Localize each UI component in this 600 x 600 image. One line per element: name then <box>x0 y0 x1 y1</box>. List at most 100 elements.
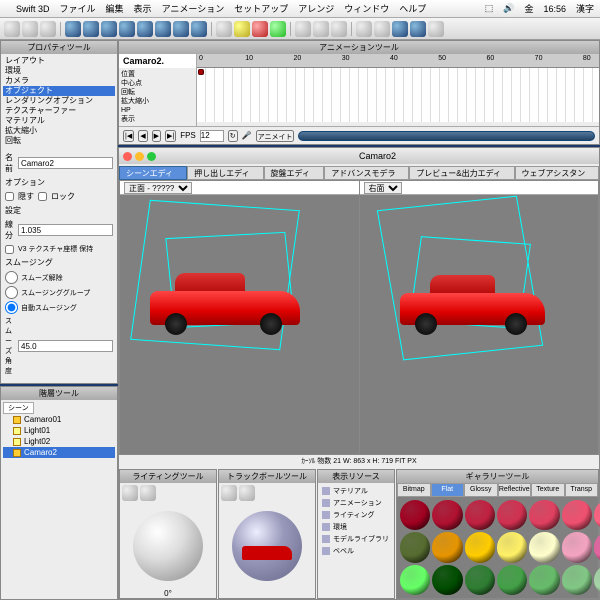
tool-target-icon[interactable] <box>252 21 268 37</box>
tool-cube-icon[interactable] <box>83 21 99 37</box>
material-swatch[interactable] <box>465 500 495 530</box>
keyframe-icon[interactable] <box>198 69 204 75</box>
material-swatch[interactable] <box>497 500 527 530</box>
material-swatch[interactable] <box>594 532 600 562</box>
tool-pyramid-icon[interactable] <box>173 21 189 37</box>
prop-cat-rotate[interactable]: 回転 <box>3 136 115 146</box>
play-prev-button[interactable]: ◀ <box>138 130 147 142</box>
hide-checkbox[interactable] <box>5 192 14 201</box>
tool-save-icon[interactable] <box>40 21 56 37</box>
scene-item[interactable]: Camaro01 <box>3 414 115 425</box>
tool-render-icon[interactable] <box>392 21 408 37</box>
segments-input[interactable] <box>18 224 113 236</box>
tab-scene-editor[interactable]: シーンエディタ <box>119 166 187 180</box>
dropbox-icon[interactable]: ⬚ <box>485 3 494 14</box>
light-del-icon[interactable] <box>140 485 156 501</box>
menu-file[interactable]: ファイル <box>60 2 96 15</box>
material-swatch[interactable] <box>465 565 495 595</box>
minimize-icon[interactable] <box>135 152 144 161</box>
material-swatch[interactable] <box>497 565 527 595</box>
prop-cat-environment[interactable]: 環境 <box>3 66 115 76</box>
tool-rotate-icon[interactable] <box>313 21 329 37</box>
tab-preview-output[interactable]: プレビュー&出力エディタ <box>409 166 514 180</box>
material-swatch[interactable] <box>529 500 559 530</box>
timeline[interactable]: 0 10 20 30 40 50 60 70 80 <box>197 54 599 126</box>
ime-indicator[interactable]: 漢字 <box>576 2 594 15</box>
close-icon[interactable] <box>123 152 132 161</box>
menu-animation[interactable]: アニメーション <box>162 2 225 15</box>
cat-model-library[interactable]: モデルライブラリ <box>320 533 392 545</box>
tool-open-icon[interactable] <box>22 21 38 37</box>
tab-lathe-editor[interactable]: 旋盤エディタ <box>264 166 325 180</box>
material-swatch[interactable] <box>594 565 600 595</box>
tool-camera-icon[interactable] <box>216 21 232 37</box>
tool-move-icon[interactable] <box>295 21 311 37</box>
material-swatch[interactable] <box>529 565 559 595</box>
tool-undo-icon[interactable] <box>356 21 372 37</box>
name-input[interactable] <box>18 157 113 169</box>
smooth-off-radio[interactable] <box>5 271 18 284</box>
scene-item[interactable]: Light02 <box>3 436 115 447</box>
tool-new-icon[interactable] <box>4 21 20 37</box>
material-swatch[interactable] <box>432 565 462 595</box>
menu-arrange[interactable]: アレンジ <box>298 2 334 15</box>
menu-edit[interactable]: 編集 <box>106 2 124 15</box>
tab-extrude-editor[interactable]: 押し出しエディタ <box>187 166 263 180</box>
loop-button[interactable]: ↻ <box>228 130 238 142</box>
view-select-left[interactable]: 正面 - ????? <box>124 182 192 194</box>
scene-item[interactable]: Light01 <box>3 425 115 436</box>
gal-tab-transparent[interactable]: Transp <box>565 483 599 497</box>
play-start-button[interactable]: |◀ <box>123 130 134 142</box>
light-add-icon[interactable] <box>122 485 138 501</box>
material-swatch[interactable] <box>562 565 592 595</box>
view-select-right[interactable]: 右面 <box>364 182 402 194</box>
lighting-sphere[interactable] <box>133 511 203 581</box>
material-swatch[interactable] <box>400 500 430 530</box>
tool-scale-icon[interactable] <box>331 21 347 37</box>
cat-material[interactable]: マテリアル <box>320 485 392 497</box>
material-swatch[interactable] <box>529 532 559 562</box>
play-next-button[interactable]: ▶ <box>152 130 161 142</box>
cat-environment[interactable]: 環境 <box>320 521 392 533</box>
tool-light-icon[interactable] <box>234 21 250 37</box>
smooth-group-radio[interactable] <box>5 286 18 299</box>
material-swatch[interactable] <box>594 500 600 530</box>
smooth-angle-input[interactable] <box>18 340 113 352</box>
tool-text-icon[interactable] <box>191 21 207 37</box>
animate-button[interactable]: アニメイト <box>256 130 295 142</box>
tool-redo-icon[interactable] <box>374 21 390 37</box>
material-swatch[interactable] <box>400 532 430 562</box>
anim-prop-position[interactable]: 位置 <box>121 70 194 79</box>
viewport-right[interactable]: 右面 <box>360 181 599 454</box>
prop-cat-material[interactable]: マテリアル <box>3 116 115 126</box>
material-swatch[interactable] <box>400 565 430 595</box>
menu-setup[interactable]: セットアップ <box>234 2 288 15</box>
timeline-ruler[interactable]: 0 10 20 30 40 50 60 70 80 <box>197 54 599 68</box>
scene-tab[interactable]: シーン <box>3 402 34 414</box>
timeline-grid[interactable] <box>197 68 599 122</box>
prop-cat-camera[interactable]: カメラ <box>3 76 115 86</box>
gal-tab-bitmap[interactable]: Bitmap <box>397 483 431 497</box>
gal-tab-reflective[interactable]: Reflective <box>498 483 532 497</box>
anim-prop-visible[interactable]: 表示 <box>121 115 194 124</box>
prop-cat-layout[interactable]: レイアウト <box>3 56 115 66</box>
gal-tab-flat[interactable]: Flat <box>431 483 465 497</box>
v3tex-checkbox[interactable] <box>5 245 14 254</box>
tool-torus-icon[interactable] <box>137 21 153 37</box>
cat-lighting[interactable]: ライティング <box>320 509 392 521</box>
menu-window[interactable]: ウィンドウ <box>344 2 389 15</box>
tool-export-icon[interactable] <box>410 21 426 37</box>
tool-settings-icon[interactable] <box>428 21 444 37</box>
tab-advanced-modeler[interactable]: アドバンスモデラー <box>324 166 409 180</box>
cat-animation[interactable]: アニメーション <box>320 497 392 509</box>
scene-item-selected[interactable]: Camaro2 <box>3 447 115 458</box>
zoom-icon[interactable] <box>147 152 156 161</box>
tb-lock-icon[interactable] <box>239 485 255 501</box>
tool-cylinder-icon[interactable] <box>119 21 135 37</box>
prop-cat-scale[interactable]: 拡大縮小 <box>3 126 115 136</box>
tb-reset-icon[interactable] <box>221 485 237 501</box>
material-swatch[interactable] <box>562 500 592 530</box>
prop-cat-rendering[interactable]: レンダリングオプション <box>3 96 115 106</box>
lock-checkbox[interactable] <box>38 192 47 201</box>
tool-sphere-icon[interactable] <box>65 21 81 37</box>
